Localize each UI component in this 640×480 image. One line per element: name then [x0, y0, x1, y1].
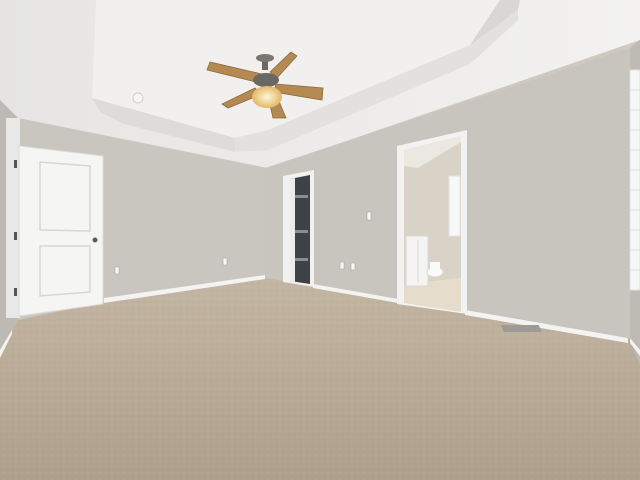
- closet-shelf: [294, 258, 308, 261]
- floor-vent: [500, 325, 542, 332]
- bedroom-scene: [0, 0, 640, 480]
- wall-outlet: [222, 257, 228, 266]
- smoke-detector: [132, 92, 144, 104]
- bathroom-vanity: [405, 235, 429, 287]
- door-hinge: [14, 232, 17, 240]
- closet-shelf: [294, 195, 308, 198]
- closet-door-leaf[interactable]: [290, 178, 295, 282]
- fan-motor-housing: [253, 73, 279, 87]
- fan-canopy: [256, 54, 274, 62]
- door-hinge: [14, 160, 17, 168]
- door-knob[interactable]: [92, 237, 98, 243]
- door-hinge: [14, 288, 17, 296]
- wall-outlet: [350, 262, 356, 271]
- door-frame-left: [6, 118, 20, 318]
- bathroom-window: [448, 175, 461, 237]
- light-switch[interactable]: [366, 211, 372, 221]
- wall-outlet: [114, 266, 120, 275]
- toilet-base: [430, 262, 440, 274]
- window: [629, 69, 640, 291]
- closet-shelf: [294, 230, 308, 233]
- fan-light-globe[interactable]: [252, 86, 282, 108]
- wall-outlet: [339, 261, 345, 270]
